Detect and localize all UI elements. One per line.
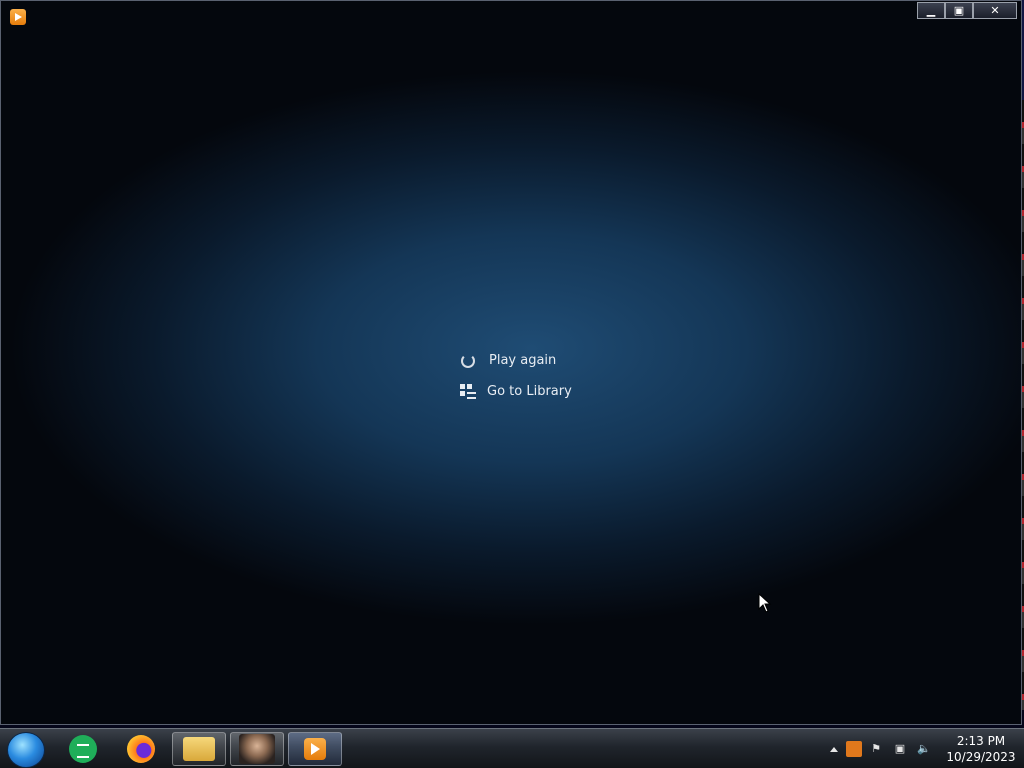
- portrait-icon: [239, 734, 275, 764]
- firefox-icon: [127, 735, 155, 763]
- taskbar-file-explorer-button[interactable]: [172, 732, 226, 766]
- library-icon: [459, 383, 477, 401]
- playback-end-menu: Play again Go to Library: [459, 345, 659, 407]
- window-controls: ▁ ▣ ✕: [917, 2, 1017, 20]
- media-player-app-icon: [10, 9, 26, 25]
- clock-time: 2:13 PM: [956, 734, 1006, 748]
- taskbar-portrait-app-button[interactable]: [230, 732, 284, 766]
- go-to-library-label: Go to Library: [487, 384, 572, 399]
- go-to-library-button[interactable]: Go to Library: [459, 376, 659, 407]
- sheets-icon: [69, 735, 97, 763]
- clock-date: 10/29/2023: [946, 750, 1016, 764]
- show-hidden-icons-button[interactable]: [826, 739, 842, 759]
- maximize-button[interactable]: ▣: [945, 2, 973, 19]
- desktop: ▁ ▣ ✕ Play again Go to Library ⚑ ▣ 🔈 2:1…: [0, 0, 1024, 768]
- action-center-flag-icon[interactable]: [866, 739, 886, 759]
- network-icon[interactable]: [890, 739, 910, 759]
- clock[interactable]: 2:13 PM 10/29/2023: [946, 733, 1016, 765]
- java-tray-icon[interactable]: [846, 741, 862, 757]
- media-player-icon: [304, 738, 326, 760]
- close-button[interactable]: ✕: [973, 2, 1017, 19]
- play-again-label: Play again: [489, 353, 557, 368]
- taskbar-sheets-button[interactable]: [56, 732, 110, 766]
- start-button[interactable]: [7, 732, 45, 768]
- taskbar-firefox-button[interactable]: [114, 732, 168, 766]
- play-again-button[interactable]: Play again: [459, 345, 659, 376]
- system-tray: 2:13 PM 10/29/2023: [824, 729, 1024, 768]
- minimize-button[interactable]: ▁: [917, 2, 945, 19]
- mouse-cursor-icon: [758, 593, 772, 613]
- volume-icon[interactable]: [914, 739, 934, 759]
- taskbar: 2:13 PM 10/29/2023: [0, 728, 1024, 768]
- folder-icon: [183, 737, 215, 761]
- replay-icon: [461, 353, 475, 368]
- media-player-window: ▁ ▣ ✕ Play again Go to Library: [0, 0, 1022, 725]
- taskbar-media-player-button[interactable]: [288, 732, 342, 766]
